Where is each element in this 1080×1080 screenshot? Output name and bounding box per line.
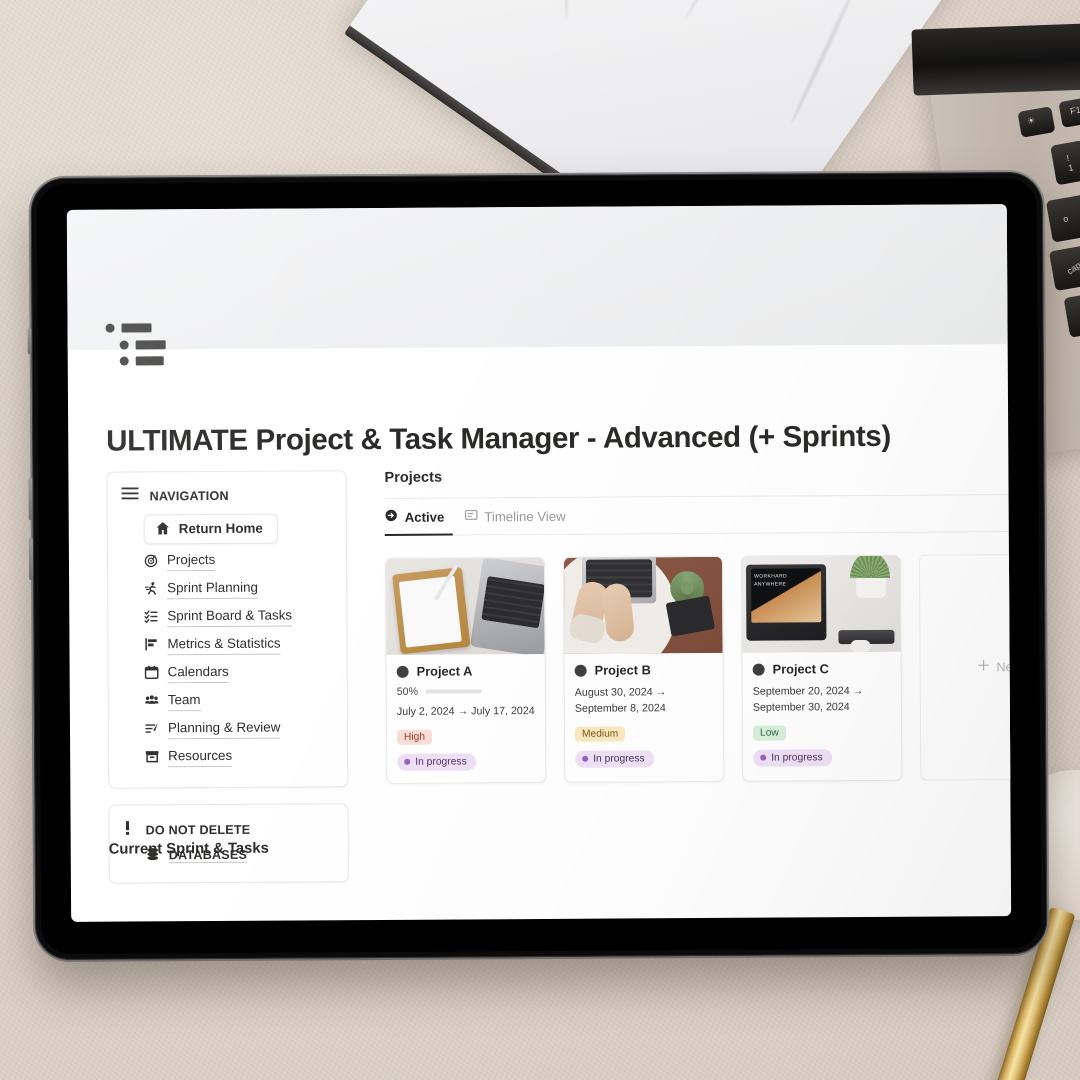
sidebar-item-label: Metrics & Statistics xyxy=(167,635,281,655)
project-name: Project A xyxy=(416,663,473,679)
sidebar-item-projects[interactable]: Projects xyxy=(144,546,332,575)
priority-badge: Medium xyxy=(574,726,626,742)
status-label: In progress xyxy=(593,752,645,765)
status-dot-icon xyxy=(582,755,589,762)
people-icon xyxy=(145,693,159,710)
project-name-row: Project B xyxy=(574,662,713,678)
status-label: In progress xyxy=(771,751,823,764)
projects-column: Projects Active Timeline View Project A … xyxy=(346,466,1012,882)
sidebar-item-metrics-statistics[interactable]: Metrics & Statistics xyxy=(144,630,332,659)
new-project-card[interactable]: New xyxy=(918,553,1012,781)
project-name-row: Project A xyxy=(396,663,535,679)
page-cover xyxy=(66,204,1008,350)
photo-scene: ☀ F1 !1 o caps l xyxy=(0,0,1080,1080)
project-card[interactable]: Project A 50% July 2, 2024 → July 17, 20… xyxy=(384,556,547,784)
projects-section-title: Projects xyxy=(384,469,443,486)
do-not-delete-header: DO NOT DELETE xyxy=(124,819,334,840)
project-dates: September 20, 2024 → September 30, 2024 xyxy=(752,685,864,714)
exclamation-icon xyxy=(124,820,132,840)
project-dates: July 2, 2024 → July 17, 2024 xyxy=(396,705,535,718)
home-icon xyxy=(156,521,170,538)
laptop-hinge xyxy=(911,21,1080,96)
edit-list-icon xyxy=(145,721,159,738)
project-name-row: Project C xyxy=(752,661,891,677)
tablet-device: ULTIMATE Project & Task Manager - Advanc… xyxy=(27,171,1048,961)
priority-badge: Low xyxy=(752,725,786,741)
project-thumbnail xyxy=(563,556,723,654)
bar-chart-icon xyxy=(144,637,158,654)
project-avatar-icon xyxy=(396,665,409,678)
project-card[interactable]: Project B August 30, 2024 → September 8,… xyxy=(562,555,725,783)
tab-timeline-view[interactable]: Timeline View xyxy=(464,498,566,535)
status-label: In progress xyxy=(415,755,467,768)
sidebar-item-return-home-row: Return Home xyxy=(143,513,332,545)
project-name: Project B xyxy=(594,662,651,678)
page-body: NAVIGATION Return Home Projects Sprint P… xyxy=(68,466,1012,884)
hamburger-menu-icon xyxy=(121,486,139,505)
runner-icon xyxy=(144,581,158,598)
current-sprint-section-title: Current Sprint & Tasks xyxy=(108,840,269,858)
projects-card-list: Project A 50% July 2, 2024 → July 17, 20… xyxy=(384,553,1012,784)
sidebar-item-label: Calendars xyxy=(167,663,229,683)
sidebar-item-label: Projects xyxy=(166,551,216,571)
sidebar-item-sprint-planning[interactable]: Sprint Planning xyxy=(144,574,332,603)
do-not-delete-label: DO NOT DELETE xyxy=(145,822,251,838)
project-dates: August 30, 2024 → September 8, 2024 xyxy=(574,686,667,715)
timeline-icon xyxy=(464,508,478,524)
tab-label: Active xyxy=(404,509,445,525)
sidebar-column: NAVIGATION Return Home Projects Sprint P… xyxy=(68,470,349,884)
sidebar-item-sprint-board-tasks[interactable]: Sprint Board & Tasks xyxy=(144,602,332,631)
target-icon xyxy=(144,553,158,570)
project-progress-label: 50% xyxy=(396,685,419,698)
status-dot-icon xyxy=(404,758,411,765)
sidebar-item-label: Team xyxy=(167,691,201,711)
tablet-bezel: ULTIMATE Project & Task Manager - Advanc… xyxy=(36,177,1042,955)
project-card[interactable]: WORKHARD ANYWHERE Project C September 20… xyxy=(740,554,903,782)
tab-active[interactable]: Active xyxy=(385,499,445,535)
project-progress: 50% xyxy=(397,685,535,698)
navigation-card: NAVIGATION Return Home Projects Sprint P… xyxy=(106,470,349,789)
sidebar-item-label: Sprint Planning xyxy=(167,579,259,599)
sidebar-item-label: Sprint Board & Tasks xyxy=(167,606,293,627)
project-name: Project C xyxy=(772,661,829,677)
status-badge: In progress xyxy=(575,749,654,768)
priority-badge: High xyxy=(396,729,433,745)
calendar-icon xyxy=(144,665,159,682)
archive-box-icon xyxy=(145,749,159,766)
sidebar-item-label: Return Home xyxy=(178,520,263,537)
project-thumbnail: WORKHARD ANYWHERE xyxy=(741,555,901,653)
sidebar-item-calendars[interactable]: Calendars xyxy=(144,658,333,687)
sidebar-item-team[interactable]: Team xyxy=(145,686,333,715)
progress-track xyxy=(425,689,482,694)
navigation-header-label: NAVIGATION xyxy=(149,488,229,503)
tablet-screen: ULTIMATE Project & Task Manager - Advanc… xyxy=(66,204,1012,922)
plus-icon xyxy=(977,660,989,675)
project-avatar-icon xyxy=(752,663,765,676)
status-dot-icon xyxy=(760,754,767,761)
bulleted-list-icon[interactable] xyxy=(105,321,166,366)
sidebar-item-label: Resources xyxy=(168,747,233,767)
sidebar-item-resources[interactable]: Resources xyxy=(145,742,333,771)
notion-page: ULTIMATE Project & Task Manager - Advanc… xyxy=(66,204,1012,922)
navigation-list: Return Home Projects Sprint Planning Spr… xyxy=(122,513,334,771)
projects-tabs: Active Timeline View xyxy=(384,494,1009,536)
navigation-header: NAVIGATION xyxy=(121,485,332,505)
page-title: ULTIMATE Project & Task Manager - Advanc… xyxy=(106,419,891,458)
sidebar-item-return-home[interactable]: Return Home xyxy=(143,513,278,545)
project-thumbnail xyxy=(385,557,545,655)
status-badge: In progress xyxy=(753,748,832,767)
arrow-circle-icon xyxy=(385,509,398,525)
sidebar-item-label: Planning & Review xyxy=(167,719,281,739)
checklist-icon xyxy=(144,609,158,626)
sidebar-item-planning-review[interactable]: Planning & Review xyxy=(145,714,333,743)
new-project-label: New xyxy=(996,659,1012,674)
project-avatar-icon xyxy=(574,664,587,677)
tab-label: Timeline View xyxy=(484,508,566,524)
status-badge: In progress xyxy=(397,752,476,771)
